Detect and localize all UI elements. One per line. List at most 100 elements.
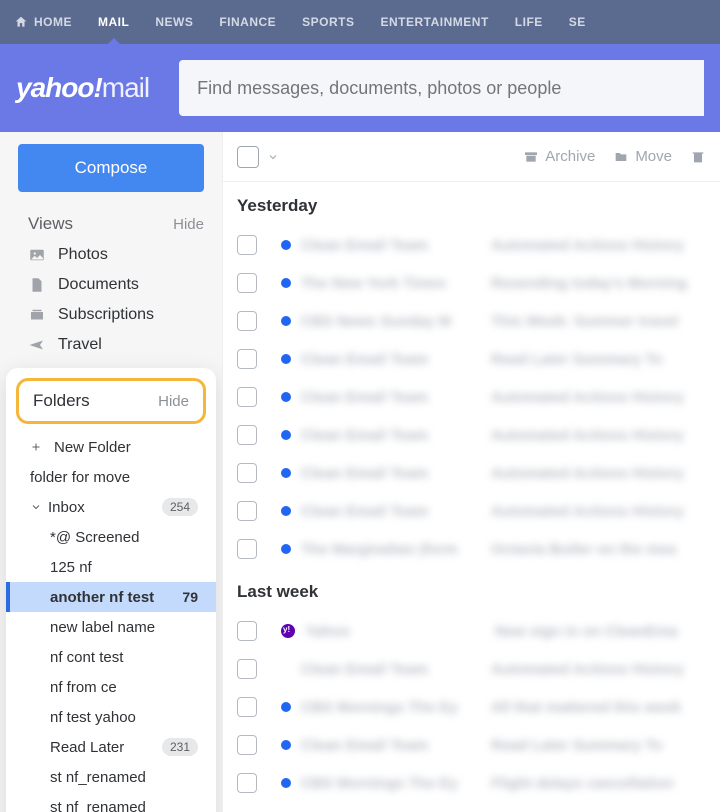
folder-label: nf test yahoo xyxy=(50,709,136,726)
move-button[interactable]: Move xyxy=(613,148,672,165)
message-row[interactable]: CBS Mornings The EyAll that mattered thi… xyxy=(223,688,720,726)
unread-dot xyxy=(281,240,291,250)
folder-label: Inbox xyxy=(48,499,85,516)
message-row[interactable]: Clean Email TeamAutomated Actions Histor… xyxy=(223,492,720,530)
subscriptions-icon xyxy=(28,306,46,324)
section-label: Yesterday xyxy=(223,182,720,226)
view-label: Subscriptions xyxy=(58,306,154,324)
message-subject: Automated Actions History xyxy=(491,465,706,482)
folder-item[interactable]: nf from ce xyxy=(6,672,216,702)
view-documents[interactable]: Documents xyxy=(0,270,222,300)
folder-count: 231 xyxy=(162,738,198,756)
nav-finance[interactable]: FINANCE xyxy=(219,0,276,44)
section-label: Last week xyxy=(223,568,720,612)
unread-dot xyxy=(281,392,291,402)
message-sender: Clean Email Team xyxy=(301,465,481,482)
main: Compose Views Hide Photos Documents Subs… xyxy=(0,132,720,812)
message-checkbox[interactable] xyxy=(237,773,257,793)
message-checkbox[interactable] xyxy=(237,501,257,521)
message-row[interactable]: CBS Mornings The EyFlight delays cancell… xyxy=(223,764,720,802)
message-checkbox[interactable] xyxy=(237,425,257,445)
nav-label: ENTERTAINMENT xyxy=(381,15,489,29)
message-row[interactable]: Clean Email TeamAutomated Actions Histor… xyxy=(223,416,720,454)
view-photos[interactable]: Photos xyxy=(0,240,222,270)
unread-dot xyxy=(281,278,291,288)
search-input[interactable] xyxy=(197,78,686,99)
message-row[interactable]: YahooNew sign in on CleanEma xyxy=(223,612,720,650)
message-subject: Automated Actions History xyxy=(491,389,706,406)
folder-item[interactable]: *@ Screened xyxy=(6,522,216,552)
folder-item[interactable]: another nf test79 xyxy=(6,582,216,612)
message-subject: New sign in on CleanEma xyxy=(495,623,706,640)
views-hide[interactable]: Hide xyxy=(173,216,204,233)
select-all-checkbox[interactable] xyxy=(237,146,259,168)
delete-button[interactable] xyxy=(690,149,706,165)
folder-item[interactable]: st nf_renamed xyxy=(6,762,216,792)
folders-hide[interactable]: Hide xyxy=(158,393,189,410)
folder-item[interactable]: nf test yahoo xyxy=(6,702,216,732)
unread-dot xyxy=(281,354,291,364)
message-subject: All that mattered this week xyxy=(491,699,706,716)
folder-count: 254 xyxy=(162,498,198,516)
nav-home[interactable]: HOME xyxy=(14,0,72,44)
view-subscriptions[interactable]: Subscriptions xyxy=(0,300,222,330)
unread-dot xyxy=(281,702,291,712)
message-checkbox[interactable] xyxy=(237,659,257,679)
unread-dot xyxy=(281,740,291,750)
message-row[interactable]: Clean Email TeamAutomated Actions Histor… xyxy=(223,226,720,264)
message-checkbox[interactable] xyxy=(237,387,257,407)
message-checkbox[interactable] xyxy=(237,349,257,369)
new-folder[interactable]: New Folder xyxy=(6,432,216,462)
nav-entertainment[interactable]: ENTERTAINMENT xyxy=(381,0,489,44)
folder-item[interactable]: folder for move xyxy=(6,462,216,492)
folder-item[interactable]: Inbox 254 xyxy=(6,492,216,522)
nav-life[interactable]: LIFE xyxy=(515,0,543,44)
message-checkbox[interactable] xyxy=(237,311,257,331)
message-sender: Clean Email Team xyxy=(301,237,481,254)
message-row[interactable]: Clean Email Team Automated Actions Histor… xyxy=(223,378,720,416)
nav-search-partial[interactable]: SE xyxy=(569,0,586,44)
message-row[interactable]: CBS News Sunday MThis Week: Summer trave… xyxy=(223,302,720,340)
message-row[interactable]: Clean Email TeamRead Later Summary To xyxy=(223,726,720,764)
message-row[interactable]: Clean Email TeamRead Later Summary To xyxy=(223,340,720,378)
view-travel[interactable]: Travel xyxy=(0,330,222,360)
folder-item[interactable]: Read Later 231 xyxy=(6,732,216,762)
compose-button[interactable]: Compose xyxy=(18,144,204,192)
folder-item[interactable]: new label name xyxy=(6,612,216,642)
move-label: Move xyxy=(635,148,672,165)
views-header: Views Hide xyxy=(0,208,222,240)
message-row[interactable]: Clean Email TeamAutomated Actions Histor… xyxy=(223,650,720,688)
message-checkbox[interactable] xyxy=(237,697,257,717)
folder-item[interactable]: 125 nf xyxy=(6,552,216,582)
message-row[interactable]: The New York TimesResending today's Morn… xyxy=(223,264,720,302)
message-checkbox[interactable] xyxy=(237,463,257,483)
toolbar: Archive Move xyxy=(223,132,720,182)
message-row[interactable]: Clean Email Team Automated Actions Histor… xyxy=(223,454,720,492)
view-label: Travel xyxy=(58,336,102,354)
message-checkbox[interactable] xyxy=(237,539,257,559)
message-sender: Clean Email Team xyxy=(301,427,481,444)
folder-label: Read Later xyxy=(50,739,124,756)
nav-sports[interactable]: SPORTS xyxy=(302,0,354,44)
message-checkbox[interactable] xyxy=(237,621,257,641)
message-sender: Clean Email Team xyxy=(301,389,481,406)
folder-item[interactable]: nf cont test xyxy=(6,642,216,672)
plus-icon xyxy=(30,441,42,453)
top-nav: HOME MAIL NEWS FINANCE SPORTS ENTERTAINM… xyxy=(0,0,720,44)
message-checkbox[interactable] xyxy=(237,235,257,255)
unread-dot xyxy=(281,778,291,788)
chevron-down-icon[interactable] xyxy=(267,151,279,163)
archive-button[interactable]: Archive xyxy=(523,148,595,165)
message-checkbox[interactable] xyxy=(237,273,257,293)
folder-item[interactable]: st nf_renamed xyxy=(6,792,216,812)
message-sender: CBS Mornings The Ey xyxy=(301,775,481,792)
search-box[interactable] xyxy=(179,60,704,116)
message-row[interactable]: The Marginalian (formOctavia Butler on t… xyxy=(223,530,720,568)
message-checkbox[interactable] xyxy=(237,735,257,755)
nav-mail[interactable]: MAIL xyxy=(98,0,129,44)
folders-header[interactable]: Folders Hide xyxy=(16,378,206,424)
message-sender: CBS News Sunday M xyxy=(301,313,481,330)
folder-label: *@ Screened xyxy=(50,529,139,546)
nav-news[interactable]: NEWS xyxy=(155,0,193,44)
folder-count: 79 xyxy=(182,589,198,605)
